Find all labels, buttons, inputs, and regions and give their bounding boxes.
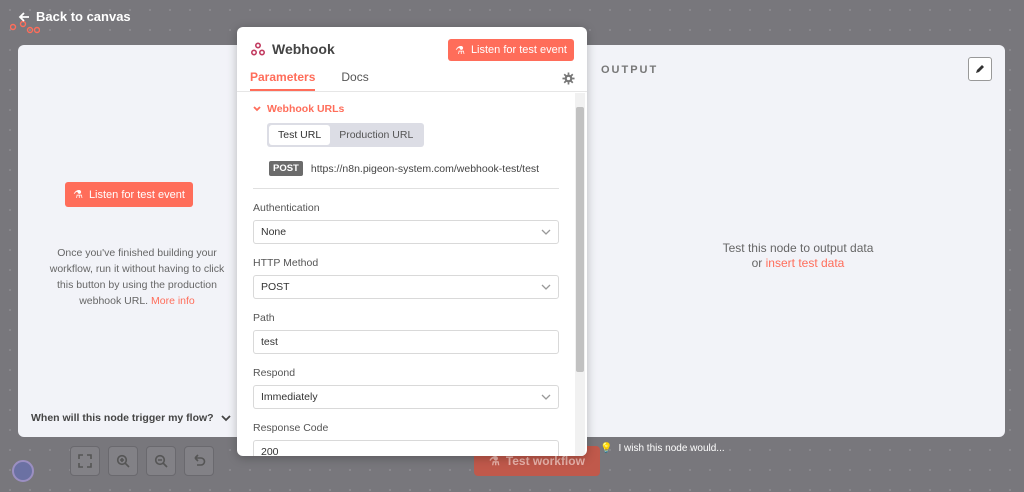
http-method-label: HTTP Method (253, 257, 319, 269)
test-workflow-label: Test workflow (505, 454, 585, 468)
trigger-description: Once you've finished building your workf… (42, 245, 232, 309)
listen-for-test-event-top-button[interactable]: ⚗ Listen for test event (448, 39, 574, 61)
avatar[interactable] (12, 460, 34, 482)
output-pane: OUTPUT Test this node to output data or … (588, 45, 1005, 437)
chevron-down-icon (253, 106, 261, 112)
chevron-down-icon (541, 229, 551, 235)
response-code-input[interactable]: 200 (253, 440, 559, 456)
respond-value: Immediately (261, 391, 318, 403)
parameter-panel-header: Webhook ⚗ Listen for test event Paramete… (237, 27, 587, 92)
output-message-or: or (751, 256, 763, 270)
lightbulb-icon: 💡 (600, 443, 613, 454)
authentication-value: None (261, 226, 287, 238)
insert-test-data-link[interactable]: insert test data (766, 256, 845, 270)
path-value: test (261, 336, 278, 348)
input-pane: ⚗ Listen for test event Once you've fini… (18, 45, 237, 437)
listen-button-label: Listen for test event (88, 188, 185, 201)
wish-label: I wish this node would... (618, 443, 725, 454)
listen-for-test-event-button[interactable]: ⚗ Listen for test event (65, 182, 193, 207)
response-code-label: Response Code (253, 422, 329, 434)
zoom-out-icon (154, 454, 168, 468)
trigger-question-toggle[interactable]: When will this node trigger my flow? (31, 412, 231, 424)
trigger-description-text: Once you've finished building your workf… (49, 247, 225, 307)
fullscreen-icon (78, 454, 92, 468)
flask-icon: ⚗ (489, 454, 500, 468)
flask-icon: ⚗ (455, 44, 465, 57)
divider (253, 188, 559, 189)
back-to-canvas-link[interactable]: Back to canvas (18, 9, 131, 24)
response-code-value: 200 (261, 446, 279, 456)
chevron-down-icon (541, 284, 551, 290)
authentication-label: Authentication (253, 202, 320, 214)
chevron-down-icon (221, 415, 231, 422)
zoom-in-button[interactable] (108, 446, 138, 476)
canvas-toolbar (70, 446, 214, 476)
path-label: Path (253, 312, 275, 324)
tab-parameters[interactable]: Parameters (250, 70, 316, 91)
production-url-tab[interactable]: Production URL (330, 125, 422, 145)
webhook-url-text: https://n8n.pigeon-system.com/webhook-te… (310, 162, 540, 175)
webhook-urls-toggle[interactable]: Webhook URLs (253, 103, 559, 115)
pencil-icon (976, 65, 984, 73)
zoom-in-icon (116, 454, 130, 468)
url-type-switch: Test URL Production URL (267, 123, 425, 147)
node-title-text: Webhook (272, 41, 335, 57)
respond-label: Respond (253, 367, 296, 379)
http-method-select[interactable]: POST (253, 275, 559, 299)
back-to-canvas-label: Back to canvas (36, 9, 131, 24)
node-title: Webhook (251, 41, 335, 57)
trigger-question-label: When will this node trigger my flow? (31, 412, 214, 424)
output-title: OUTPUT (601, 64, 659, 76)
parameter-panel: Webhook ⚗ Listen for test event Paramete… (237, 27, 587, 456)
node-tabs: Parameters Docs (250, 70, 369, 91)
fit-view-button[interactable] (70, 446, 100, 476)
more-info-link[interactable]: More info (151, 295, 195, 307)
reset-zoom-button[interactable] (184, 446, 214, 476)
webhook-url-row[interactable]: POST https://n8n.pigeon-system.com/webho… (269, 161, 559, 176)
authentication-select[interactable]: None (253, 220, 559, 244)
http-method-badge: POST (269, 161, 303, 176)
tab-docs[interactable]: Docs (341, 70, 368, 91)
edit-output-button[interactable] (968, 57, 992, 81)
output-message-line: Test this node to output data (722, 241, 874, 255)
webhook-icon (251, 42, 265, 56)
scrollbar-thumb[interactable] (576, 107, 584, 372)
path-input[interactable]: test (253, 330, 559, 354)
parameter-panel-body: Webhook URLs Test URL Production URL POS… (237, 93, 575, 456)
gear-icon[interactable] (562, 72, 575, 85)
listen-top-label: Listen for test event (470, 44, 567, 56)
arrow-left-icon (18, 11, 29, 22)
feedback-wish-link[interactable]: 💡 I wish this node would... (600, 443, 725, 454)
output-empty-message: Test this node to output data or insert … (678, 241, 918, 271)
test-url-tab[interactable]: Test URL (269, 125, 331, 145)
respond-select[interactable]: Immediately (253, 385, 559, 409)
zoom-out-button[interactable] (146, 446, 176, 476)
chevron-down-icon (541, 394, 551, 400)
undo-icon (194, 454, 206, 466)
webhook-urls-label: Webhook URLs (267, 103, 345, 115)
flask-icon: ⚗ (73, 189, 83, 201)
http-method-value: POST (261, 281, 290, 293)
